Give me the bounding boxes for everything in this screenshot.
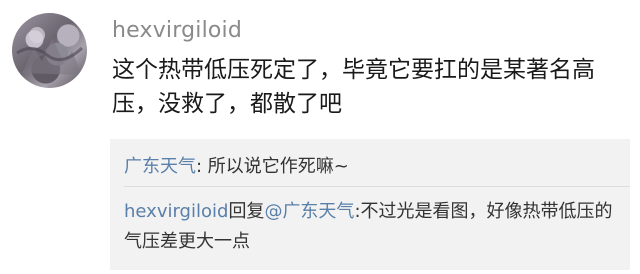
reply-divider [124,186,630,187]
reply-item: 广东天气: 所以说它作死嘛~ [124,152,349,178]
reply-text: 所以说它作死嘛~ [207,156,349,177]
post-username[interactable]: hexvirgiloid [112,18,242,43]
reply-keyword: 回复 [228,201,265,222]
reply-separator: : [196,156,208,177]
avatar[interactable] [12,13,87,88]
post-text: 这个热带低压死定了，毕竟它要扛的是某著名高压，没救了，都散了吧 [112,57,595,117]
avatar-image [16,27,84,75]
reply-author-link[interactable]: hexvirgiloid [124,201,228,222]
reply-target-link[interactable]: @广东天气 [264,201,354,222]
reply-author-link[interactable]: 广东天气 [124,156,196,177]
reply-item: hexvirgiloid回复@广东天气:不过光是看图，好像热带低压的气压差更大一… [124,197,624,257]
reply-box: 广东天气: 所以说它作死嘛~ hexvirgiloid回复@广东天气:不过光是看… [110,139,630,270]
